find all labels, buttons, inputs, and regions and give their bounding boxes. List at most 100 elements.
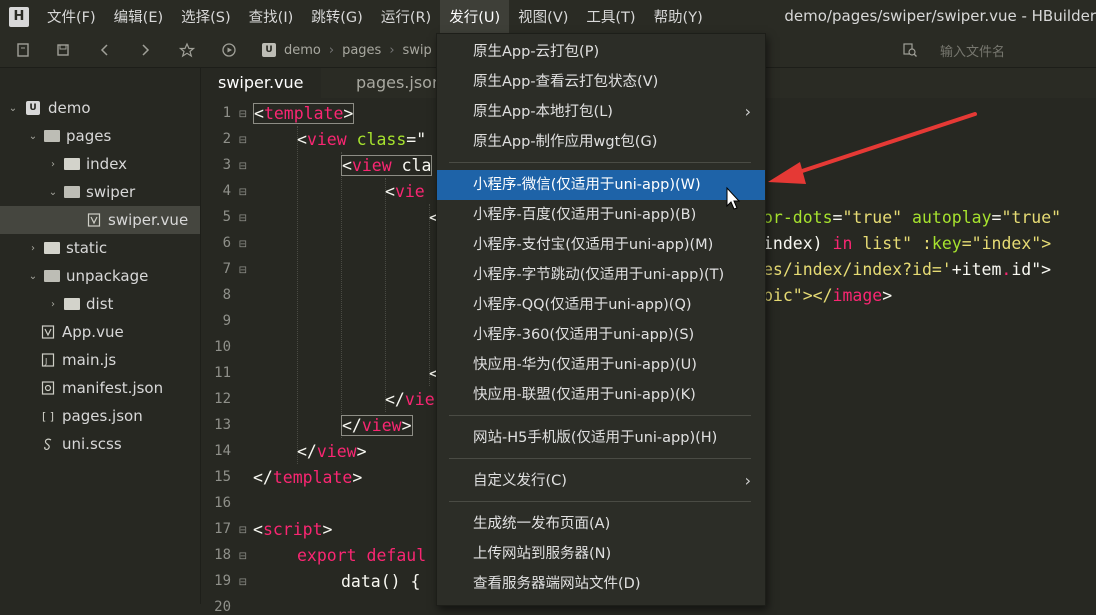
fold-icon[interactable]: ⊟ — [239, 135, 247, 146]
chevron-right-icon[interactable]: › — [46, 299, 60, 310]
code-line: pic"></image> — [763, 286, 893, 305]
star-icon[interactable] — [170, 33, 204, 67]
js-file-icon: J — [40, 353, 56, 367]
line-number: 5 — [222, 209, 231, 225]
code-line: index) in list" :key="index"> — [763, 234, 1052, 253]
line-number: 10 — [214, 339, 231, 355]
chevron-down-icon[interactable]: ⌄ — [46, 187, 60, 198]
save-icon[interactable] — [46, 33, 80, 67]
tab-swiper-vue[interactable]: swiper.vue — [201, 68, 321, 98]
tree-item-pages[interactable]: ⌄ pages — [0, 122, 200, 150]
fold-icon[interactable]: ⊟ — [239, 213, 247, 224]
tree-label: unpackage — [66, 267, 149, 285]
menu-item-quickapp-union[interactable]: 快应用-联盟(仅适用于uni-app)(K) — [437, 380, 765, 410]
new-file-icon[interactable] — [6, 33, 40, 67]
indent-guide — [429, 204, 430, 386]
tree-item-dist[interactable]: › dist — [0, 290, 200, 318]
menu-find[interactable]: 查找(I) — [240, 0, 303, 33]
menu-item-quickapp-huawei[interactable]: 快应用-华为(仅适用于uni-app)(U) — [437, 350, 765, 380]
tree-item-unpackage[interactable]: ⌄ unpackage — [0, 262, 200, 290]
code-line: export defaul — [297, 546, 427, 565]
tree-label: App.vue — [62, 323, 124, 341]
menu-divider — [449, 501, 751, 502]
menu-item-mp-360[interactable]: 小程序-360(仅适用于uni-app)(S) — [437, 320, 765, 350]
menu-item-mp-toutiao[interactable]: 小程序-字节跳动(仅适用于uni-app)(T) — [437, 260, 765, 290]
menu-item-h5[interactable]: 网站-H5手机版(仅适用于uni-app)(H) — [437, 423, 765, 453]
chevron-right-icon: › — [389, 42, 395, 58]
menu-item-mp-weixin[interactable]: 小程序-微信(仅适用于uni-app)(W) — [437, 170, 765, 200]
run-icon[interactable] — [212, 33, 246, 67]
folder-icon — [44, 242, 60, 254]
indent-guide — [341, 152, 342, 438]
tree-label: swiper — [86, 183, 136, 201]
menu-item-mp-qq[interactable]: 小程序-QQ(仅适用于uni-app)(Q) — [437, 290, 765, 320]
menu-view[interactable]: 视图(V) — [509, 0, 577, 33]
line-number: 12 — [214, 391, 231, 407]
gear-file-icon — [40, 381, 56, 395]
line-number: 14 — [214, 443, 231, 459]
chevron-right-icon[interactable]: › — [26, 243, 40, 254]
fold-icon[interactable]: ⊟ — [239, 265, 247, 276]
submenu-chevron-icon: › — [744, 102, 751, 121]
code-line: or-dots="true" autoplay="true" — [763, 208, 1062, 227]
chevron-down-icon[interactable]: ⌄ — [26, 271, 40, 282]
forward-icon[interactable] — [128, 33, 162, 67]
back-icon[interactable] — [88, 33, 122, 67]
line-number: 9 — [222, 313, 231, 329]
line-number: 18 — [214, 547, 231, 563]
menu-select[interactable]: 选择(S) — [172, 0, 240, 33]
tree-item-uni-scss[interactable]: uni.scss — [0, 430, 200, 458]
breadcrumb-item[interactable]: pages — [342, 43, 381, 58]
menu-item-mp-alipay[interactable]: 小程序-支付宝(仅适用于uni-app)(M) — [437, 230, 765, 260]
line-number: 2 — [222, 131, 231, 147]
menu-item-custom-publish[interactable]: 自定义发行(C) › — [437, 466, 765, 496]
code-line: </view> — [297, 442, 367, 461]
line-number: 11 — [214, 365, 231, 381]
menu-goto[interactable]: 跳转(G) — [302, 0, 372, 33]
menu-item-app-cloud-status[interactable]: 原生App-查看云打包状态(V) — [437, 67, 765, 97]
menu-item-mp-baidu[interactable]: 小程序-百度(仅适用于uni-app)(B) — [437, 200, 765, 230]
tree-item-pages-json[interactable]: [ ] pages.json — [0, 402, 200, 430]
line-number: 17 — [214, 521, 231, 537]
fold-icon[interactable]: ⊟ — [239, 161, 247, 172]
fold-icon[interactable]: ⊟ — [239, 239, 247, 250]
fold-icon[interactable]: ⊟ — [239, 577, 247, 588]
menu-item-upload-site[interactable]: 上传网站到服务器(N) — [437, 539, 765, 569]
menu-item-app-cloud-pack[interactable]: 原生App-云打包(P) — [437, 37, 765, 67]
line-number: 4 — [222, 183, 231, 199]
fold-icon[interactable]: ⊟ — [239, 551, 247, 562]
menu-item-app-local-pack[interactable]: 原生App-本地打包(L) › — [437, 97, 765, 127]
tree-item-swiper[interactable]: ⌄ swiper — [0, 178, 200, 206]
menu-divider — [449, 162, 751, 163]
file-search-input[interactable]: 输入文件名 — [896, 33, 1096, 67]
menu-item-generate-release-page[interactable]: 生成统一发布页面(A) — [437, 509, 765, 539]
chevron-down-icon[interactable]: ⌄ — [26, 131, 40, 142]
fold-icon[interactable]: ⊟ — [239, 525, 247, 536]
fold-icon[interactable]: ⊟ — [239, 109, 247, 120]
menu-edit[interactable]: 编辑(E) — [105, 0, 172, 33]
line-number: 19 — [214, 573, 231, 589]
tree-label: swiper.vue — [108, 211, 189, 229]
menu-file[interactable]: 文件(F) — [38, 0, 105, 33]
tree-item-swiper-vue[interactable]: swiper.vue — [0, 206, 200, 234]
tree-item-manifest-json[interactable]: manifest.json — [0, 374, 200, 402]
tree-label: dist — [86, 295, 114, 313]
code-line: </vie — [385, 390, 435, 409]
project-tree: ⌄ U demo ⌄ pages › index ⌄ swiper swiper… — [0, 68, 201, 604]
tree-item-app-vue[interactable]: App.vue — [0, 318, 200, 346]
breadcrumb-item[interactable]: demo — [284, 43, 321, 58]
tree-item-main-js[interactable]: J main.js — [0, 346, 200, 374]
breadcrumb-item[interactable]: swip — [403, 43, 432, 58]
menu-tools[interactable]: 工具(T) — [577, 0, 644, 33]
tree-item-static[interactable]: › static — [0, 234, 200, 262]
chevron-down-icon[interactable]: ⌄ — [6, 103, 20, 114]
chevron-right-icon[interactable]: › — [46, 159, 60, 170]
menu-help[interactable]: 帮助(Y) — [645, 0, 712, 33]
tree-item-demo[interactable]: ⌄ U demo — [0, 94, 200, 122]
menu-item-app-wgt[interactable]: 原生App-制作应用wgt包(G) — [437, 127, 765, 157]
menu-publish[interactable]: 发行(U) — [440, 0, 510, 33]
menu-run[interactable]: 运行(R) — [372, 0, 440, 33]
tree-item-index[interactable]: › index — [0, 150, 200, 178]
fold-icon[interactable]: ⊟ — [239, 187, 247, 198]
menu-item-view-server-files[interactable]: 查看服务器端网站文件(D) — [437, 569, 765, 599]
